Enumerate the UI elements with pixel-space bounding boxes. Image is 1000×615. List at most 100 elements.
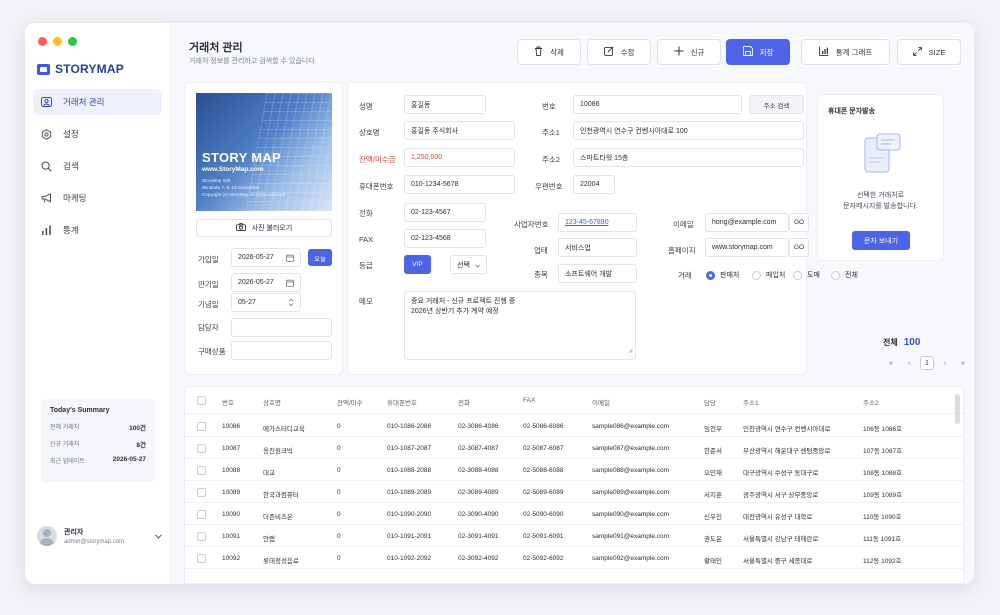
chart-button[interactable]: 통계 그래프 — [801, 39, 890, 65]
sidebar-item-search[interactable]: 검색 — [33, 153, 162, 179]
table-cell: 109동 1089호 — [863, 492, 903, 499]
company-field[interactable]: 홍길동 주식회사 — [404, 121, 515, 140]
table-cell: 106동 1086호 — [863, 426, 903, 433]
new-button[interactable]: 신규 — [657, 39, 721, 65]
row-checkbox[interactable] — [197, 532, 206, 541]
number-field[interactable]: 10086 — [573, 95, 742, 114]
name-field[interactable]: 홍길동 — [404, 95, 486, 114]
anniversary-value: 05-27 — [238, 299, 256, 306]
column-header[interactable]: 잔액/미수 — [337, 397, 363, 407]
chevron-down-icon[interactable] — [155, 532, 162, 541]
window-controls — [38, 37, 77, 46]
last-page-button[interactable]: » — [956, 356, 970, 370]
close-window-button[interactable] — [38, 37, 47, 46]
email-go-button[interactable]: GO — [789, 213, 809, 232]
sidebar-nav: 거래처 관리 설정 검색 마케팅 통계 — [33, 89, 162, 249]
radio-icon — [831, 270, 840, 280]
table-cell: 02-5087-6087 — [523, 445, 564, 452]
business-item-field[interactable]: 소프트웨어 개발 — [558, 264, 637, 283]
clients-table: 번호 상호명 잔액/미수 휴대폰번호 전화 FAX 이메일 담당 주소1 주소2… — [184, 386, 964, 584]
sidebar-item-marketing[interactable]: 마케팅 — [33, 185, 162, 211]
zip-label: 우편번호 — [535, 182, 563, 191]
user-profile[interactable]: 관리자 admin@storymap.com — [37, 526, 162, 546]
trade-radio-seller[interactable]: 판매처 — [706, 270, 739, 280]
column-header[interactable]: 주소1 — [743, 397, 759, 407]
table-cell: sample090@example.com — [592, 511, 670, 518]
trade-radio-wholesale[interactable]: 도매 — [793, 270, 820, 280]
table-cell: 02-5086-6086 — [523, 423, 564, 430]
app-logo[interactable]: STORYMAP — [37, 62, 124, 76]
table-row[interactable]: 10086 에가스터디교육 0 010-1086-2086 02-3086-4086 02… — [185, 415, 963, 437]
edit-button[interactable]: 수정 — [587, 39, 651, 65]
sidebar-item-stats[interactable]: 통계 — [33, 217, 162, 243]
row-checkbox[interactable] — [197, 444, 206, 453]
anniversary-field[interactable]: 05-27 — [231, 293, 301, 312]
size-button[interactable]: SIZE — [897, 39, 961, 65]
homepage-go-button[interactable]: GO — [789, 238, 809, 257]
grade-vip-button[interactable]: VIP — [404, 255, 431, 274]
sidebar-item-clients[interactable]: 거래처 관리 — [33, 89, 162, 115]
product-field[interactable] — [231, 341, 332, 360]
load-photo-button[interactable]: 사진 불러오기 — [196, 219, 332, 237]
prev-page-button[interactable]: ‹ — [902, 356, 916, 370]
business-type-field[interactable]: 서비스업 — [558, 238, 637, 257]
table-row[interactable]: 10090 더존비즈온 0 010-1090-2090 02-3090-4090 02-5… — [185, 503, 963, 525]
trade-radio-buyer[interactable]: 매입처 — [752, 270, 785, 280]
balance-label: 잔액/미수금 — [359, 155, 396, 164]
fax-field[interactable]: 02-123-4568 — [404, 229, 486, 248]
trade-radio-all[interactable]: 전체 — [831, 270, 858, 280]
save-button[interactable]: 저장 — [726, 39, 790, 65]
address1-field[interactable]: 인천광역시 연수구 컨벤시아대로 100 — [573, 121, 804, 140]
table-row[interactable]: 10089 한국과컴퓨터 0 010-1089-2089 02-3089-4089 02-… — [185, 481, 963, 503]
column-header[interactable]: FAX — [523, 397, 535, 404]
today-button[interactable]: 오늘 — [308, 249, 332, 266]
minimize-window-button[interactable] — [53, 37, 62, 46]
maximize-window-button[interactable] — [68, 37, 77, 46]
next-page-button[interactable]: › — [938, 356, 952, 370]
expire-date-field[interactable]: 2026-05-27 — [231, 273, 301, 292]
search-icon — [41, 160, 52, 172]
table-row[interactable]: 10087 옹진원크빅 0 010-1087-2087 02-3087-4087 02-5… — [185, 437, 963, 459]
email-field[interactable]: hong@example.com — [705, 213, 789, 232]
photo-caption: Copyright (c) StoryMap All rights reserv… — [202, 192, 286, 197]
row-checkbox[interactable] — [197, 422, 206, 431]
grade-select[interactable]: 선택 — [450, 255, 487, 274]
balance-field[interactable]: 1,250,000 — [404, 148, 515, 167]
send-sms-button[interactable]: 문자 보내기 — [852, 231, 910, 250]
column-header[interactable]: 전화 — [458, 397, 470, 407]
column-header[interactable]: 주소2 — [863, 397, 879, 407]
delete-button[interactable]: 삭제 — [517, 39, 581, 65]
manager-field[interactable] — [231, 318, 332, 337]
sidebar-item-settings[interactable]: 설정 — [33, 121, 162, 147]
business-number-field[interactable]: 123-45-67890 — [558, 213, 637, 232]
memo-textarea[interactable]: 중요 거래처 - 신규 프로젝트 진행 중 2026년 상반기 추가 계약 예정 — [404, 291, 636, 360]
row-checkbox[interactable] — [197, 554, 206, 563]
table-cell: 오민재 — [704, 470, 722, 477]
table-row[interactable]: 10092 롯데정성음료 0 010-1092-2092 02-3092-4092 02-… — [185, 547, 963, 569]
table-row[interactable]: 10091 안랩 0 010-1091-2091 02-3091-4091 02-5091… — [185, 525, 963, 547]
column-header[interactable]: 번호 — [222, 397, 234, 407]
address-search-button[interactable]: 주소 검색 — [749, 95, 804, 114]
address2-field[interactable]: 스마트타워 15층 — [573, 148, 804, 167]
row-checkbox[interactable] — [197, 510, 206, 519]
mobile-field[interactable]: 010-1234-5678 — [404, 175, 515, 194]
homepage-field[interactable]: www.storymap.com — [705, 238, 789, 257]
resize-handle-icon[interactable] — [628, 347, 633, 357]
column-header[interactable]: 담당 — [704, 397, 716, 407]
row-checkbox[interactable] — [197, 466, 206, 475]
table-scrollbar[interactable] — [955, 394, 960, 424]
photo-caption: Windows 7, 8, 10 compatible — [202, 185, 260, 190]
column-header[interactable]: 휴대폰번호 — [387, 397, 417, 407]
join-date-field[interactable]: 2026-05-27 — [231, 248, 301, 267]
page-button[interactable]: 1 — [920, 356, 934, 370]
stepper-icon[interactable] — [288, 298, 294, 309]
table-row[interactable]: 10088 대교 0 010-1088-2088 02-3088-4088 02-5088… — [185, 459, 963, 481]
select-all-checkbox[interactable] — [197, 396, 206, 405]
zip-field[interactable]: 22004 — [573, 175, 615, 194]
table-cell: 0 — [337, 489, 341, 496]
column-header[interactable]: 상호명 — [263, 397, 281, 407]
row-checkbox[interactable] — [197, 488, 206, 497]
first-page-button[interactable]: « — [884, 356, 898, 370]
phone-field[interactable]: 02-123-4567 — [404, 203, 486, 222]
column-header[interactable]: 이메일 — [592, 397, 610, 407]
